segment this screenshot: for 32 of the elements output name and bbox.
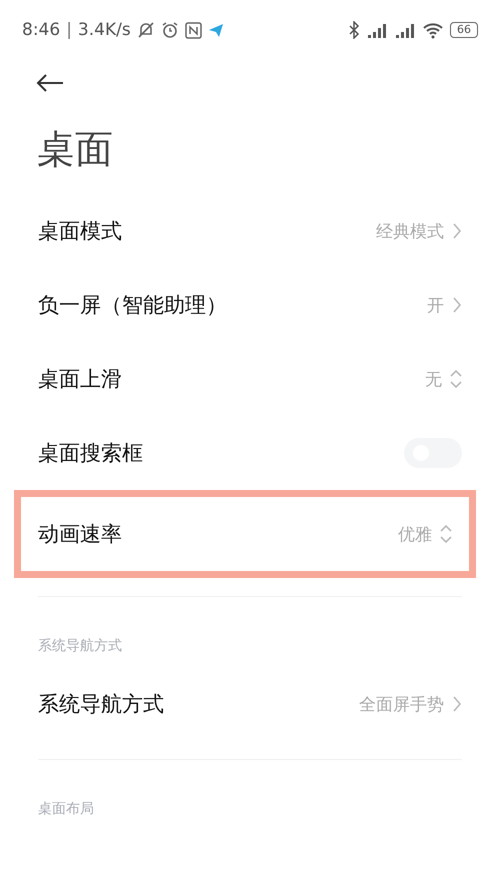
setting-value: 优雅 xyxy=(398,524,432,546)
wifi-icon xyxy=(422,21,444,39)
setting-value: 经典模式 xyxy=(376,220,444,242)
chevron-icon xyxy=(452,296,462,314)
page-title: 桌面 xyxy=(37,126,114,173)
back-arrow-icon[interactable] xyxy=(36,73,64,93)
up-down-icon xyxy=(450,369,462,389)
bluetooth-icon xyxy=(348,21,360,39)
alarm-icon xyxy=(160,21,179,39)
setting-label[interactable]: 桌面模式 xyxy=(38,217,376,245)
chevron-icon xyxy=(452,222,462,240)
signal-icon xyxy=(366,21,388,39)
up-down-icon xyxy=(440,524,452,544)
setting-label[interactable]: 桌面搜索框 xyxy=(38,439,404,467)
nfc-icon xyxy=(184,22,202,38)
status-time: 8:46 xyxy=(22,20,60,40)
setting-label[interactable]: 桌面上滑 xyxy=(38,365,425,393)
setting-value: 全面屏手势 xyxy=(359,694,444,716)
section-header: 系统导航方式 xyxy=(38,638,122,654)
chevron-icon xyxy=(452,695,462,713)
setting-value: 开 xyxy=(427,294,444,316)
setting-value: 无 xyxy=(425,368,442,390)
paper-plane-icon xyxy=(208,22,224,38)
section-header: 桌面布局 xyxy=(38,801,94,817)
setting-label[interactable]: 动画速率 xyxy=(38,520,398,548)
setting-label[interactable]: 负一屏（智能助理） xyxy=(38,291,427,319)
signal-icon xyxy=(394,21,416,39)
battery-level: 66 xyxy=(450,22,478,38)
setting-label[interactable]: 系统导航方式 xyxy=(38,690,359,718)
muted-bell-icon xyxy=(136,21,155,39)
network-speed: 3.4K/s xyxy=(78,20,131,40)
status-separator: | xyxy=(66,20,72,40)
